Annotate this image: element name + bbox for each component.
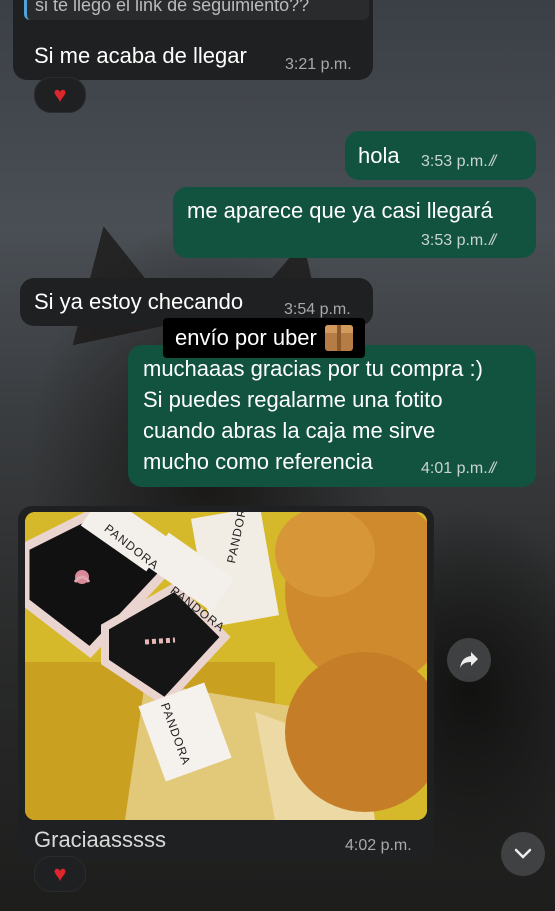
package-icon [324, 325, 353, 351]
message-time-label: 3:53 p.m. [421, 153, 488, 170]
forward-icon [460, 652, 478, 668]
image-caption: Graciaasssss [34, 827, 167, 852]
message-time: 4:01 p.m.// [421, 460, 499, 478]
message-text-block: muchaaas gracias por tu compra :) Si pue… [143, 353, 483, 477]
message-text: me aparece que ya casi llegará [187, 198, 493, 223]
sticker-text: envío por uber [175, 325, 317, 350]
forward-button[interactable] [447, 638, 491, 682]
outgoing-message-bubble[interactable]: muchaaas gracias por tu compra :) Si pue… [128, 345, 536, 487]
message-photo[interactable]: PANDORA PANDORA PANDORA PANDORA [25, 512, 427, 820]
scroll-to-bottom-button[interactable] [501, 832, 545, 876]
message-time: 3:53 p.m.// [421, 232, 499, 250]
message-text: Si ya estoy checando [34, 289, 244, 314]
outgoing-message-bubble[interactable]: me aparece que ya casi llegará 3:53 p.m.… [173, 187, 536, 258]
chevron-down-icon [514, 848, 532, 859]
message-time: 4:02 p.m. [345, 837, 412, 854]
outgoing-message-bubble[interactable]: hola 3:53 p.m.// [345, 131, 536, 180]
quoted-text: si te llegó el link de seguimiento?? [35, 0, 310, 15]
message-text: hola [358, 143, 400, 168]
message-text-line: cuando abras la caja me sirve [143, 418, 436, 443]
message-text-line: Si puedes regalarme una fotito [143, 387, 443, 412]
heart-icon: ♥ [53, 861, 67, 886]
incoming-image-message[interactable]: PANDORA PANDORA PANDORA PANDORA Graciaas… [18, 506, 434, 860]
heart-icon: ♥ [53, 82, 67, 107]
quoted-message[interactable]: si te llegó el link de seguimiento?? [24, 0, 369, 20]
reaction-badge[interactable]: ♥ [34, 77, 86, 113]
incoming-message-bubble[interactable]: si te llegó el link de seguimiento?? Si … [13, 0, 373, 80]
message-time: 3:54 p.m. [284, 301, 351, 318]
message-time-label: 4:01 p.m. [421, 460, 488, 477]
story-text-sticker: envío por uber [163, 318, 365, 358]
reaction-badge[interactable]: ♥ [34, 856, 86, 892]
message-text: Si me acaba de llegar [34, 43, 247, 68]
message-time-label: 3:53 p.m. [421, 232, 488, 249]
message-time: 3:53 p.m.// [421, 153, 499, 171]
message-time: 3:21 p.m. [285, 56, 352, 73]
